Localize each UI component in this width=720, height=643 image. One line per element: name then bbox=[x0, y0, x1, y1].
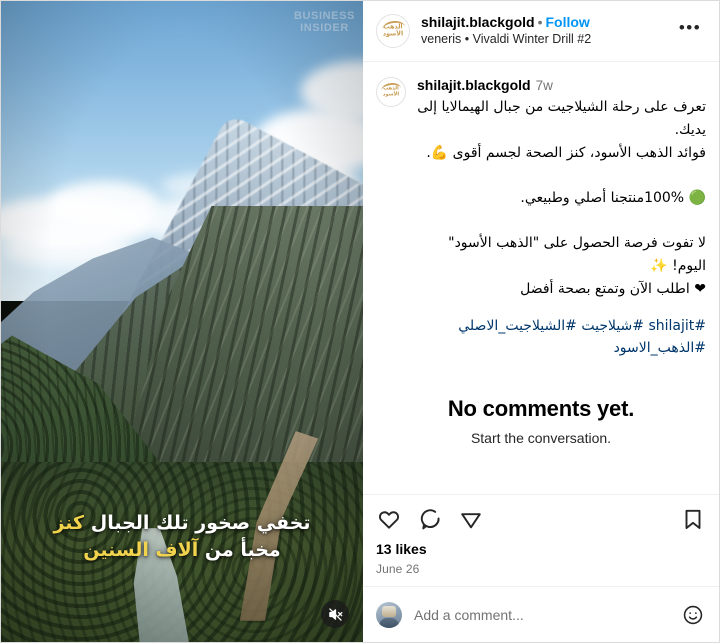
post-date: June 26 bbox=[376, 562, 420, 576]
like-button[interactable] bbox=[376, 506, 402, 532]
post-info-pane: الذهب الأسود shilajit.blackgold • Follow v… bbox=[363, 1, 719, 642]
caption-body: shilajit.blackgold 7w تعرف على رحلة الشيل… bbox=[417, 76, 706, 360]
post-media-video[interactable]: BUSINESS INSIDER تخفي صخور تلك الجبال كن… bbox=[1, 1, 363, 642]
audio-attribution[interactable]: veneris • Vivaldi Winter Drill #2 bbox=[421, 32, 662, 48]
overlay-line-1: تخفي صخور تلك الجبال كنز bbox=[17, 510, 347, 537]
caption-avatar[interactable]: الذهب الأسود bbox=[376, 77, 406, 107]
current-user-avatar bbox=[376, 601, 402, 628]
instagram-post-container: BUSINESS INSIDER تخفي صخور تلك الجبال كن… bbox=[0, 0, 720, 643]
caption-text: تعرف على رحلة الشيلاجيت من جبال الهيمالا… bbox=[417, 99, 706, 297]
action-icon-row bbox=[376, 504, 706, 534]
emoji-picker-button[interactable] bbox=[680, 602, 706, 628]
post-author-username[interactable]: shilajit.blackgold bbox=[421, 14, 535, 30]
add-comment-bar bbox=[363, 586, 719, 642]
post-body: الذهب الأسود shilajit.blackgold 7w تعرف ع… bbox=[363, 62, 719, 494]
share-button[interactable] bbox=[458, 506, 484, 532]
caption-row: الذهب الأسود shilajit.blackgold 7w تعرف ع… bbox=[376, 76, 706, 360]
mute-toggle-button[interactable] bbox=[321, 600, 349, 628]
save-button[interactable] bbox=[680, 506, 706, 532]
heart-icon bbox=[377, 507, 401, 531]
post-header-text: shilajit.blackgold • Follow veneris • Viva… bbox=[421, 14, 662, 48]
comment-input[interactable] bbox=[414, 606, 668, 623]
overlay-line-2-highlight: آلاف السنين bbox=[83, 539, 199, 562]
avatar-logo-text: الذهب الأسود bbox=[382, 23, 404, 38]
audio-name-label: veneris • Vivaldi Winter Drill #2 bbox=[421, 32, 592, 47]
caption-header: shilajit.blackgold 7w bbox=[417, 76, 706, 95]
caption-avatar-logo-text: الذهب الأسود bbox=[382, 85, 400, 98]
caption-hashtags[interactable]: #shilajit #شيلاجيت #الشيلاجيت_الاصلي #ال… bbox=[417, 316, 706, 359]
follow-button[interactable]: Follow bbox=[546, 14, 590, 30]
overlay-line-2: مخبأ من آلاف السنين bbox=[17, 537, 347, 564]
avatar[interactable]: الذهب الأسود bbox=[376, 14, 410, 48]
post-actions: 13 likes June 26 bbox=[363, 494, 719, 586]
speaker-muted-icon bbox=[328, 607, 343, 622]
no-comments-subtitle: Start the conversation. bbox=[470, 429, 612, 446]
overlay-line-1-plain: تخفي صخور تلك الجبال bbox=[84, 512, 311, 535]
post-header: الذهب الأسود shilajit.blackgold • Follow v… bbox=[363, 1, 719, 62]
header-separator: • bbox=[537, 13, 543, 30]
more-options-button[interactable]: ••• bbox=[673, 14, 707, 48]
bookmark-icon bbox=[681, 507, 705, 531]
empty-comments-state: No comments yet. Start the conversation. bbox=[376, 396, 706, 446]
header-username-row: shilajit.blackgold • Follow bbox=[421, 14, 662, 32]
overlay-line-1-highlight: كنز bbox=[53, 512, 85, 535]
share-paperplane-icon bbox=[459, 507, 483, 531]
caption-username[interactable]: shilajit.blackgold bbox=[417, 77, 531, 93]
comment-bubble-icon bbox=[418, 507, 442, 531]
likes-count[interactable]: 13 likes bbox=[376, 541, 706, 557]
comment-button[interactable] bbox=[417, 506, 443, 532]
video-text-overlay: تخفي صخور تلك الجبال كنز مخبأ من آلاف ال… bbox=[1, 510, 363, 564]
emoji-smiley-icon bbox=[682, 604, 704, 626]
caption-timestamp: 7w bbox=[535, 78, 553, 93]
no-comments-title: No comments yet. bbox=[447, 395, 635, 421]
overlay-line-2-plain: مخبأ من bbox=[198, 539, 281, 562]
